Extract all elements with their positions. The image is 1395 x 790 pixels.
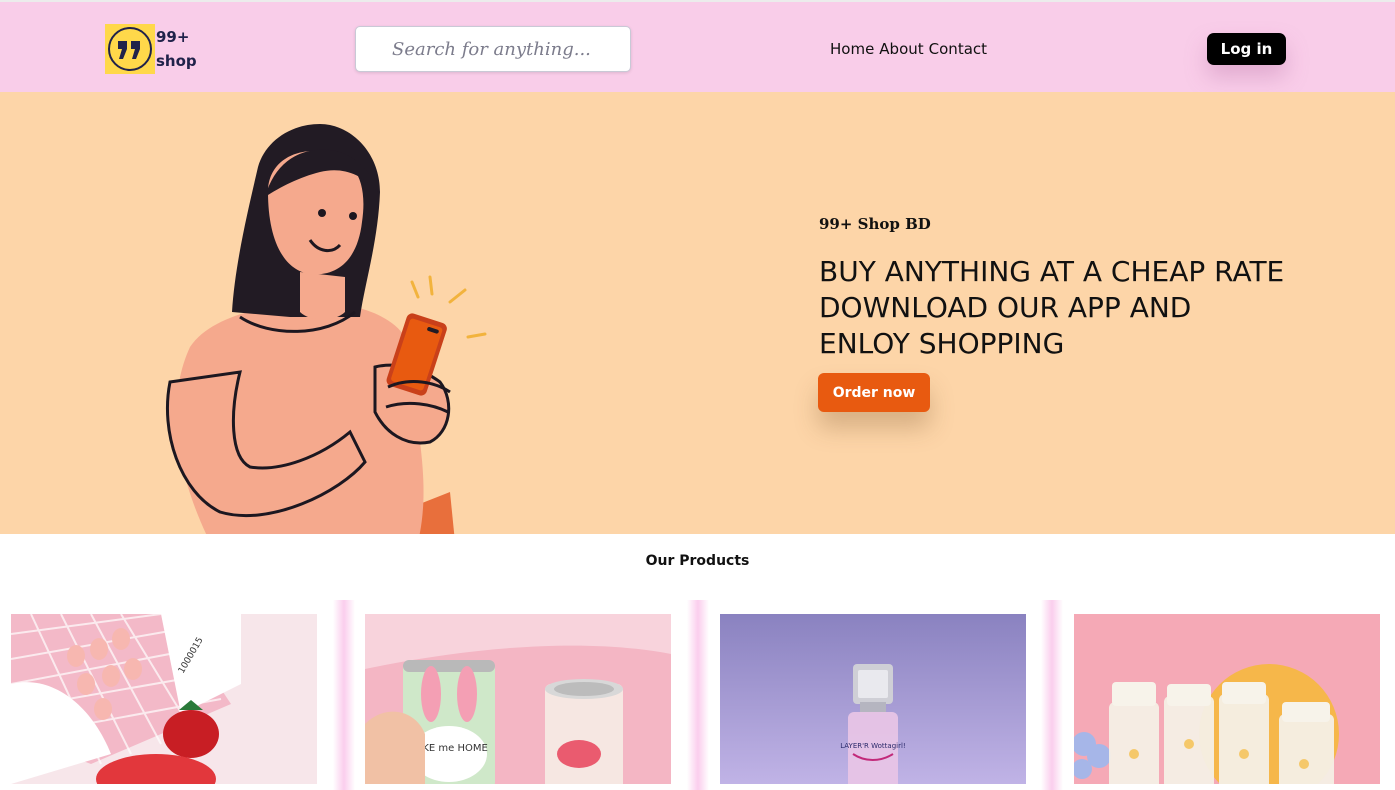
hero-banner: 99+ Shop BD BUY ANYTHING AT A CHEAP RATE…	[0, 92, 1395, 534]
product-card-strawberry-lip-balm[interactable]: 1000015	[11, 614, 317, 784]
main-nav: Home About Contact	[830, 40, 987, 58]
woman-with-phone-illustration	[165, 124, 487, 534]
login-button[interactable]: Log in	[1207, 33, 1286, 65]
card-divider-glow	[687, 600, 709, 790]
product-card-take-me-home[interactable]: TAKE me HOME	[365, 614, 671, 784]
order-now-button[interactable]: Order now	[818, 373, 930, 412]
product-card-daisy-bottles[interactable]	[1074, 614, 1380, 784]
nav-link-home[interactable]: Home	[830, 40, 874, 58]
product-3-label: LAYER'R Wottagirl!	[840, 742, 905, 750]
hero-title: BUY ANYTHING AT A CHEAP RATE DOWNLOAD OU…	[819, 254, 1339, 362]
product-image-spray: LAYER'R Wottagirl!	[720, 614, 1026, 784]
search-input[interactable]	[356, 27, 630, 71]
brand-name-line1: 99+	[156, 28, 190, 46]
brand-logo[interactable]: 99+ shop	[105, 24, 197, 74]
hero-title-line2: DOWNLOAD OUR APP AND	[819, 291, 1192, 324]
brand-name: 99+ shop	[156, 25, 197, 73]
card-divider-glow	[333, 600, 355, 790]
quote-logo-icon	[105, 24, 155, 74]
product-card-body-spray[interactable]: LAYER'R Wottagirl!	[720, 614, 1026, 784]
card-divider-glow	[1041, 600, 1063, 790]
nav-link-contact[interactable]: Contact	[929, 40, 987, 58]
product-image-bottles	[1074, 614, 1380, 784]
search-box	[355, 26, 631, 72]
nav-link-about[interactable]: About	[879, 40, 923, 58]
top-navbar: 99+ shop Home About Contact Log in	[0, 0, 1395, 92]
hero-title-line1: BUY ANYTHING AT A CHEAP RATE	[819, 255, 1285, 288]
product-image-strawberry: 1000015	[11, 614, 317, 784]
brand-name-line2: shop	[156, 52, 197, 70]
hero-subtitle: 99+ Shop BD	[819, 215, 931, 233]
hero-title-line3: ENLOY SHOPPING	[819, 327, 1065, 360]
products-heading: Our Products	[645, 553, 750, 569]
product-image-can: TAKE me HOME	[365, 614, 671, 784]
